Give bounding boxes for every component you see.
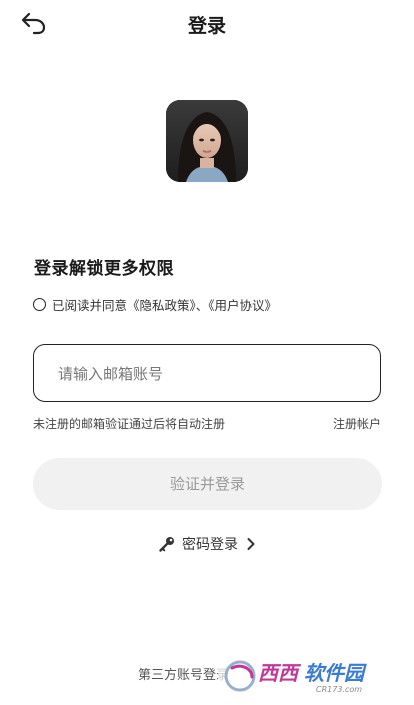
app-avatar bbox=[166, 100, 248, 182]
email-field-container bbox=[33, 344, 381, 402]
section-title: 登录解锁更多权限 bbox=[34, 259, 174, 279]
email-field[interactable] bbox=[56, 345, 360, 402]
key-icon bbox=[158, 535, 176, 553]
login-page: 登录 登录解锁更多权限 已阅读并同意《隐私政策》、《用户协议》 请输入邮箱账号 … bbox=[0, 0, 414, 705]
watermark-logo: 西西 软件园 CR173.com bbox=[218, 655, 396, 697]
svg-text:西西: 西西 bbox=[258, 661, 302, 685]
agreement-text[interactable]: 已阅读并同意《隐私政策》、《用户协议》 bbox=[52, 295, 277, 314]
third-party-login-label: 第三方账号登录 bbox=[138, 668, 230, 683]
password-login-link[interactable]: 密码登录 bbox=[0, 532, 414, 556]
svg-text:CR173.com: CR173.com bbox=[316, 685, 362, 694]
chevron-right-icon bbox=[246, 537, 256, 551]
register-link[interactable]: 注册帐户 bbox=[333, 415, 381, 432]
auto-register-hint: 未注册的邮箱验证通过后将自动注册 bbox=[33, 417, 226, 431]
verify-login-button[interactable]: 验证并登录 bbox=[33, 458, 382, 510]
agreement-radio[interactable] bbox=[33, 297, 46, 311]
svg-text:软件园: 软件园 bbox=[304, 661, 367, 685]
header: 登录 bbox=[0, 0, 414, 46]
password-login-label: 密码登录 bbox=[182, 537, 238, 553]
page-title: 登录 bbox=[187, 15, 226, 37]
agreement-row: 已阅读并同意《隐私政策》、《用户协议》 bbox=[33, 294, 277, 314]
